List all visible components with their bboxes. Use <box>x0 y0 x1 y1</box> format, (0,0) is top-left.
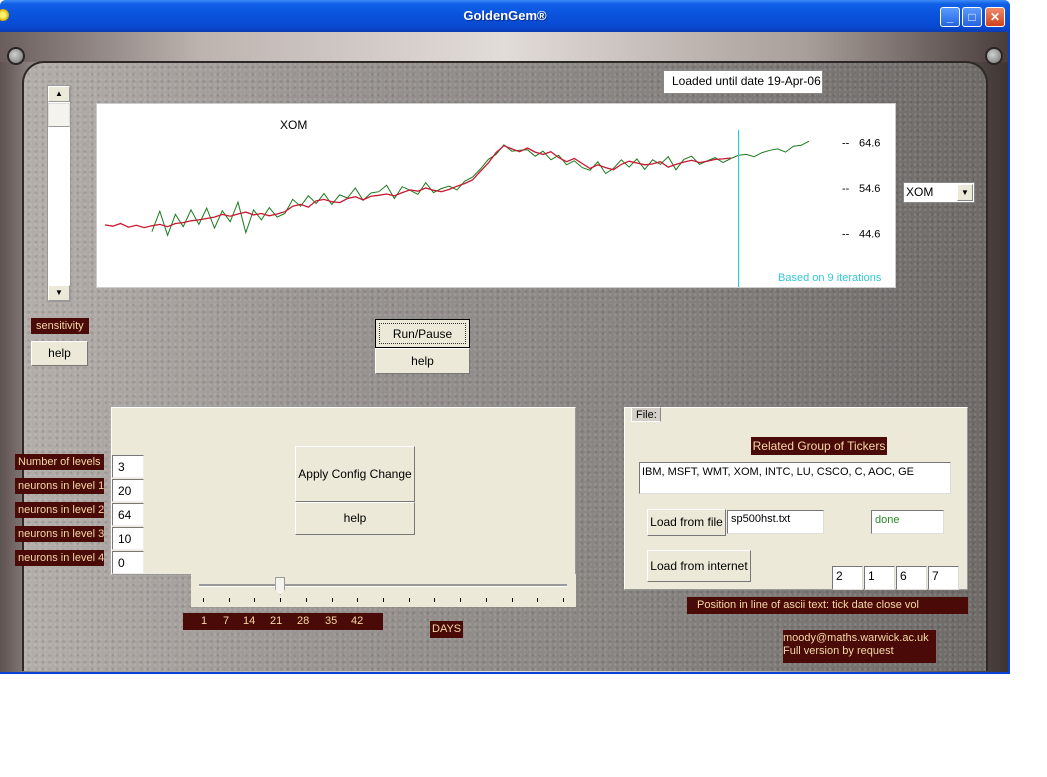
version-note: Full version by request <box>783 645 894 657</box>
days-scale-label: 7 <box>223 615 230 627</box>
series-line-actual-green <box>151 140 810 237</box>
slider-tick <box>280 598 282 602</box>
config-level-label: neurons in level 1 <box>15 478 104 494</box>
ticker-dropdown-value: XOM <box>906 185 934 199</box>
days-scale-label: 35 <box>325 615 338 627</box>
slider-tick <box>357 598 359 602</box>
scroll-down-button[interactable]: ▼ <box>48 285 70 301</box>
price-chart: XOM -- 64.6 -- 54.6 -- 44.6 Based on 9 iterat… <box>96 103 896 288</box>
slider-tick <box>460 598 462 602</box>
y-tick-label: 64.6 <box>859 138 880 150</box>
chart-title: XOM <box>280 118 307 132</box>
run-pause-button[interactable]: Run/Pause <box>375 319 470 348</box>
slider-tick <box>563 598 564 602</box>
ticker-dropdown[interactable]: XOM ▼ <box>903 182 975 203</box>
slider-tick <box>434 598 436 602</box>
minimize-button[interactable]: _ <box>940 7 960 27</box>
sensitivity-scrollbar[interactable]: ▲ ▼ <box>47 85 71 302</box>
run-help-button[interactable]: help <box>375 348 470 374</box>
scroll-thumb[interactable] <box>48 103 70 127</box>
sensitivity-label: sensitivity <box>31 318 89 334</box>
title-bar[interactable]: GoldenGem® _ □ ✕ <box>0 0 1010 32</box>
slider-tick <box>305 598 307 602</box>
chevron-down-icon[interactable]: ▼ <box>957 184 973 201</box>
related-tickers-input[interactable]: IBM, MSFT, WMT, XOM, INTC, LU, CSCO, C, … <box>639 462 951 494</box>
days-scale-label: 42 <box>351 615 364 627</box>
loaded-until-date: Loaded until date 19-Apr-06 <box>663 70 823 94</box>
slider-tick <box>537 598 539 602</box>
sensitivity-help-button[interactable]: help <box>31 341 88 366</box>
config-level-label: neurons in level 2 <box>15 502 104 518</box>
contact-email[interactable]: moody@maths.warwick.ac.uk <box>783 632 936 645</box>
config-level-label: neurons in level 3 <box>15 526 104 542</box>
y-tick-mark: -- <box>842 138 850 150</box>
window-title: GoldenGem® <box>463 8 547 23</box>
ascii-position-caption: Position in line of ascii text: tick dat… <box>687 597 968 614</box>
screw-icon <box>7 47 25 65</box>
ascii-position-input[interactable]: 2 <box>832 566 863 590</box>
config-level-label: Number of levels <box>15 454 104 470</box>
load-status-field: done <box>871 510 944 534</box>
y-tick-mark: -- <box>842 183 850 195</box>
bezel <box>0 32 1008 62</box>
load-from-internet-button[interactable]: Load from internet <box>647 550 751 582</box>
slider-thumb[interactable] <box>275 577 286 595</box>
screw-icon <box>985 47 1003 65</box>
config-level-input[interactable]: 0 <box>112 551 144 574</box>
slider-tick <box>254 598 256 602</box>
days-scale-label: 14 <box>243 615 256 627</box>
slider-tick <box>511 598 513 602</box>
slider-tick <box>485 598 487 602</box>
y-tick-mark: -- <box>842 229 850 241</box>
slider-tick <box>331 598 333 602</box>
slider-rail <box>199 584 567 587</box>
load-from-file-button[interactable]: Load from file <box>647 509 726 536</box>
days-scale-label: 28 <box>297 615 310 627</box>
days-label: DAYS <box>430 621 464 638</box>
related-tickers-label: Related Group of Tickers <box>751 437 887 455</box>
days-scale-label: 21 <box>270 615 283 627</box>
config-level-input[interactable]: 10 <box>112 527 144 550</box>
scroll-up-button[interactable]: ▲ <box>48 86 70 102</box>
maximize-button[interactable]: □ <box>962 7 982 27</box>
series-line-predicted-red <box>104 144 731 229</box>
ascii-position-input[interactable]: 1 <box>864 566 895 590</box>
config-level-label: neurons in level 4 <box>15 550 104 566</box>
filename-input[interactable]: sp500hst.txt <box>727 510 824 534</box>
iterations-annotation: Based on 9 iterations <box>778 272 882 284</box>
ascii-position-input[interactable]: 6 <box>896 566 927 590</box>
close-button[interactable]: ✕ <box>985 7 1005 27</box>
slider-tick <box>408 598 410 602</box>
config-level-input[interactable]: 20 <box>112 479 144 502</box>
run-pause-label: Run/Pause <box>379 323 466 344</box>
chart-plot: XOM -- 64.6 -- 54.6 -- 44.6 Based on 9 iterat… <box>104 118 882 287</box>
contact-info: moody@maths.warwick.ac.uk Full version b… <box>783 630 936 663</box>
y-tick-label: 44.6 <box>859 229 880 241</box>
days-slider[interactable] <box>191 574 576 607</box>
config-help-button[interactable]: help <box>295 502 415 535</box>
slider-tick <box>203 598 204 602</box>
config-level-input[interactable]: 64 <box>112 503 144 526</box>
slider-tick <box>383 598 384 602</box>
days-scale: 1 7 14 21 28 35 42 <box>183 613 383 630</box>
slider-tick <box>228 598 230 602</box>
days-scale-label: 1 <box>201 615 208 627</box>
file-tab[interactable]: File: <box>631 407 661 422</box>
config-level-input[interactable]: 3 <box>112 455 144 478</box>
ascii-position-input[interactable]: 7 <box>928 566 959 590</box>
y-tick-label: 54.6 <box>859 183 880 195</box>
apply-config-button[interactable]: Apply Config Change <box>295 446 415 502</box>
